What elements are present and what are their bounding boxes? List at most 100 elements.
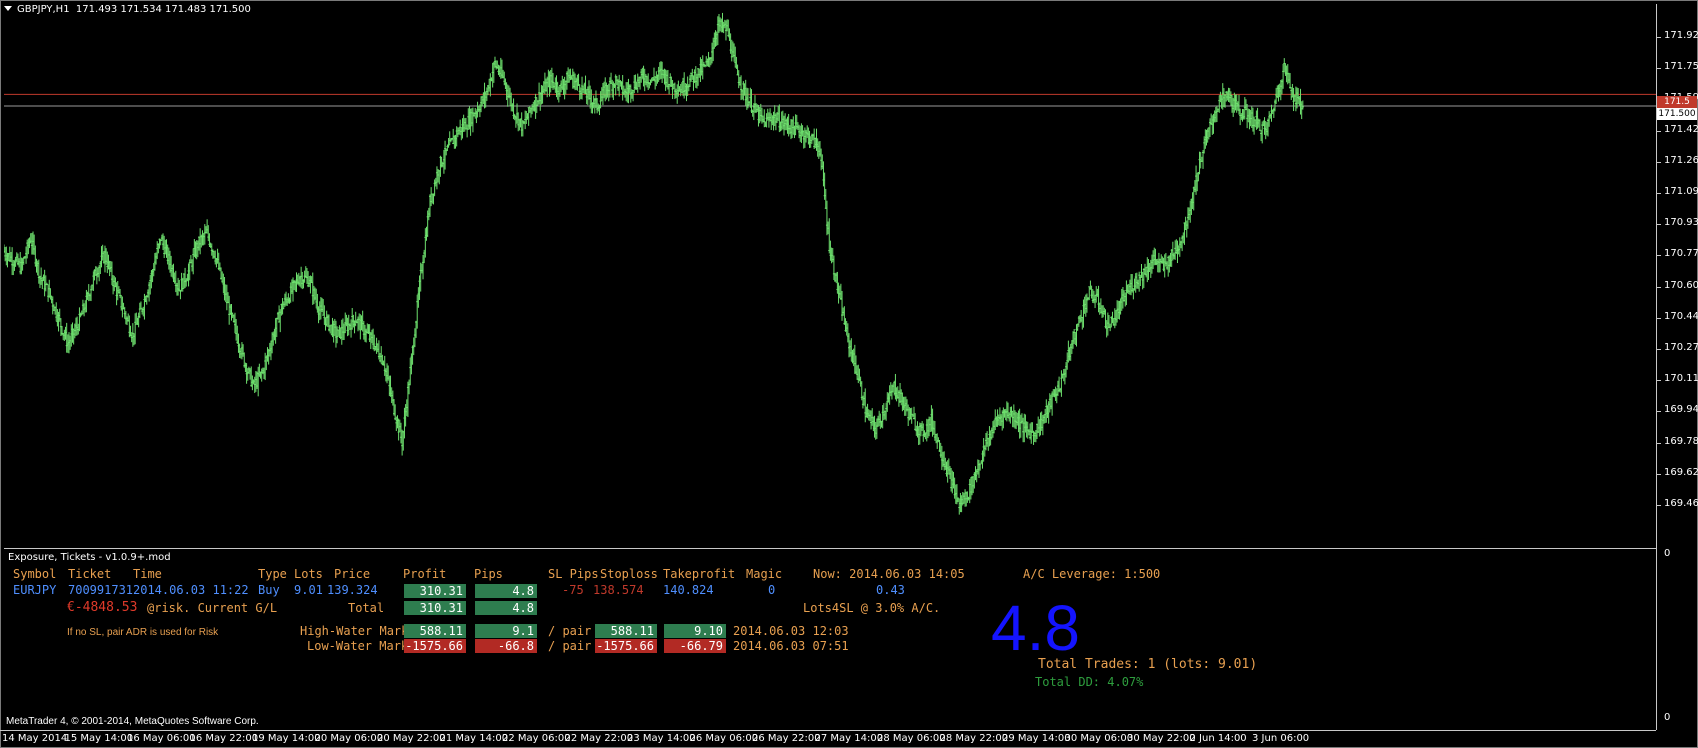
risk-note: If no SL, pair ADR is used for Risk [67,627,219,638]
subwindow-axis-bottom: 0 [1664,712,1671,723]
total-label: Total [348,601,385,615]
header-time: Time [133,567,162,581]
price-tick-label: 171.095 [1664,186,1698,197]
subwindow-axis-top: 0 [1664,548,1671,559]
header-magic: Magic [746,567,783,581]
row-sl-pips: -75 [562,583,584,597]
row-pips: 4.8 [475,584,537,598]
time-tick-label: 23 May 14:00 [627,733,696,744]
price-tick-mark [1657,442,1661,444]
lwm-time: 2014.06.03 07:51 [733,639,849,653]
row-lots: 9.01 [294,583,323,597]
time-axis: 14 May 2014 15 May 14:00 16 May 06:00 16 Ma… [0,731,1698,748]
hwm-pair-pips: 9.10 [664,624,726,638]
time-tick-label: 29 May 14:00 [1002,733,1071,744]
copyright-text: MetaTrader 4, © 2001-2014, MetaQuotes So… [6,716,259,727]
price-tick-label: 171.755 [1664,61,1698,73]
time-tick-label: 20 May 06:00 [314,733,384,744]
header-symbol: Symbol [13,567,57,581]
row-symbol: EURJPY [13,583,57,597]
time-tick-label: 3 Jun 06:00 [1252,733,1310,744]
price-tick-mark [1657,224,1661,226]
price-tick-mark [1657,473,1661,475]
hwm-time: 2014.06.03 12:03 [733,624,849,638]
lwm-per-pair: / pair [548,639,592,653]
time-tick-label: 27 May 14:00 [814,733,884,744]
time-tick-label: 22 May 22:00 [564,733,634,744]
price-tick-mark [1657,68,1661,70]
header-takeprofit: Takeprofit [663,567,736,581]
lwm-pips: -66.8 [475,639,537,653]
time-tick-label: 28 May 06:00 [877,733,946,744]
bid-price-tag: 171.500 [1657,108,1697,120]
price-tick-mark [1657,286,1661,288]
time-tick-label: 26 May 22:00 [752,733,821,744]
price-tick-label: 171.260 [1664,154,1698,166]
row-price: 139.324 [327,583,378,597]
header-ticket: Ticket [68,567,112,581]
row-time: 2014.06.03 11:22 [133,583,249,597]
time-tick-label: 16 May 06:00 [127,733,196,744]
account-leverage: A/C Leverage: 1:500 [1023,567,1161,581]
chart-symbol-quote: GBPJPY,H1 171.493 171.534 171.483 171.50… [17,4,251,15]
price-tick-mark [1657,37,1661,38]
price-tick-label: 170.110 [1664,373,1698,385]
price-tick-mark [1657,193,1661,194]
price-tick-mark [1657,161,1661,163]
price-tick-label: 169.945 [1664,404,1698,416]
time-tick-label: 26 May 06:00 [689,733,759,744]
hwm-pair-profit: 588.11 [595,624,657,638]
time-tick-label: 15 May 14:00 [64,733,134,744]
lwm-profit: -1575.66 [404,639,466,653]
time-tick-label: 19 May 14:00 [252,733,321,744]
price-tick-mark [1657,255,1661,257]
time-tick-label: 30 May 22:00 [1127,733,1196,744]
chart-menu-triangle-icon[interactable] [4,6,12,11]
risk-amount: €-4848.53 [67,600,138,615]
row-stoploss: 138.574 [593,583,644,597]
header-profit: Profit [403,567,447,581]
time-tick-label: 14 May 2014 [2,733,68,744]
row-type: Buy [258,583,280,597]
price-tick-label: 169.460 [1664,498,1698,509]
time-tick-label: 30 May 06:00 [1064,733,1134,744]
ask-price-tag: 171.5 [1657,96,1697,108]
row-takeprofit: 140.824 [663,583,714,597]
lwm-pair-pips: -66.79 [664,639,726,653]
time-tick-label: 21 May 14:00 [439,733,509,744]
price-tick-mark [1657,130,1661,132]
chart-title[interactable]: GBPJPY,H1 171.493 171.534 171.483 171.50… [4,4,251,15]
header-sl-pips: SL Pips [548,567,599,581]
total-drawdown: Total DD: 4.07% [1035,675,1144,689]
price-tick-label: 170.275 [1664,342,1698,353]
time-tick-label: 22 May 06:00 [502,733,571,744]
total-pips: 4.8 [475,601,537,615]
time-tick-label: 28 May 22:00 [939,733,1009,744]
price-tick-mark [1657,317,1661,319]
indicator-title: Exposure, Tickets - v1.0.9+.mod [8,552,171,563]
hwm-profit: 588.11 [404,624,466,638]
header-lots: Lots [294,567,323,581]
price-chart[interactable] [4,4,1656,548]
hwm-label: High-Water Mark [300,624,409,638]
time-tick-label: 2 Jun 14:00 [1189,733,1247,744]
time-tick-label: 16 May 22:00 [189,733,259,744]
price-tick-label: 171.920 [1664,30,1698,41]
row-spread: 0.43 [876,583,905,597]
header-pips: Pips [474,567,503,581]
price-tick-label: 170.770 [1664,248,1698,260]
row-profit: 310.31 [404,584,466,598]
row-magic: 0 [768,583,776,597]
price-tick-label: 169.620 [1664,466,1698,478]
total-trades: Total Trades: 1 (lots: 9.01) [1038,657,1258,672]
price-tick-mark [1657,380,1661,382]
price-tick-label: 170.930 [1664,217,1698,229]
header-stoploss: Stoploss [600,567,658,581]
price-tick-mark [1657,349,1661,350]
lots4sl-label: Lots4SL @ 3.0% A/C. [803,601,941,615]
price-tick-mark [1657,411,1661,413]
header-type: Type [258,567,287,581]
price-tick-label: 169.780 [1664,435,1698,447]
hwm-pips: 9.1 [475,624,537,638]
price-tick-label: 171.425 [1664,123,1698,135]
